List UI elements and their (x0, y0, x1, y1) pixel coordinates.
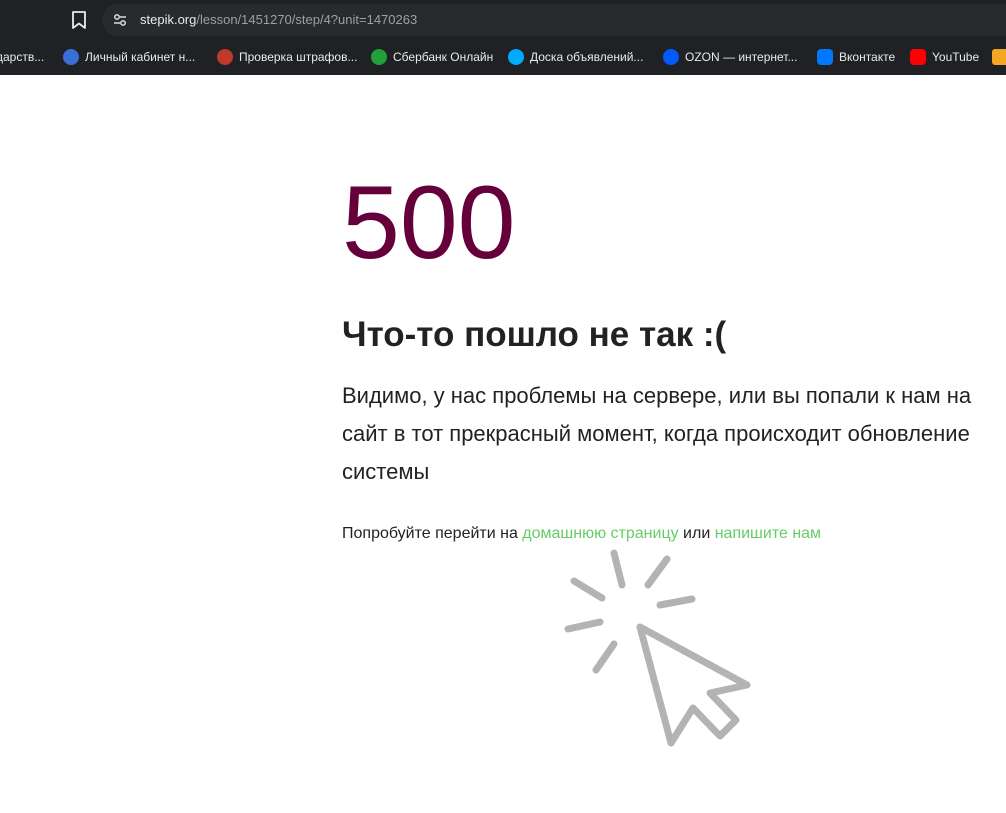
bookmark-icon[interactable] (70, 10, 88, 30)
favicon-icon (63, 49, 79, 65)
bookmark-item-1[interactable]: дарств... (0, 47, 44, 67)
bookmarks-bar: дарств... Личный кабинет н... Проверка ш… (0, 40, 1006, 75)
bookmark-item-4[interactable]: Сбербанк Онлайн (371, 47, 493, 67)
error-code: 500 (342, 165, 516, 281)
hint-prefix: Попробуйте перейти на (342, 525, 523, 542)
browser-chrome: stepik.org/lesson/1451270/step/4?unit=14… (0, 0, 1006, 75)
bookmark-label: YouTube (932, 50, 980, 64)
favicon-icon (371, 49, 387, 65)
bookmark-item-8[interactable]: YouTube (910, 47, 979, 67)
bookmark-item-5[interactable]: Доска объявлений... (508, 47, 643, 67)
error-title: Что-то пошло не так :( (342, 315, 727, 354)
favicon-icon (217, 49, 233, 65)
error-hint: Попробуйте перейти на домашнюю страницу … (342, 524, 821, 544)
home-page-link[interactable]: домашнюю страницу (522, 525, 678, 542)
bookmark-item-3[interactable]: Проверка штрафов... (217, 47, 357, 67)
contact-us-link[interactable]: напишите нам (715, 525, 821, 542)
bookmark-label: OZON — интернет... (685, 50, 798, 64)
bookmark-item-7[interactable]: Вконтакте (817, 47, 895, 67)
bookmark-label: Вконтакте (839, 50, 896, 64)
bookmark-label: Личный кабинет н... (85, 50, 196, 64)
favicon-icon (817, 49, 833, 65)
cursor-click-icon (564, 549, 751, 747)
bookmark-label: дарств... (0, 50, 45, 64)
url-path: /lesson/1451270/step/4?unit=1470263 (196, 12, 418, 27)
favicon-icon (663, 49, 679, 65)
error-description: Видимо, у нас проблемы на сервере, или в… (342, 383, 972, 484)
bookmark-item-overflow[interactable] (992, 47, 1006, 67)
url-text[interactable]: stepik.org/lesson/1451270/step/4?unit=14… (140, 12, 417, 28)
bookmark-label: Доска объявлений... (530, 50, 644, 64)
bookmark-label: Сбербанк Онлайн (393, 50, 494, 64)
bookmark-item-2[interactable]: Личный кабинет н... (63, 47, 195, 67)
favicon-icon (508, 49, 524, 65)
hint-or: или (678, 525, 715, 542)
bookmark-label: Проверка штрафов... (239, 50, 358, 64)
address-row: stepik.org/lesson/1451270/step/4?unit=14… (0, 0, 1006, 40)
address-bar[interactable]: stepik.org/lesson/1451270/step/4?unit=14… (102, 4, 1006, 36)
bookmark-item-6[interactable]: OZON — интернет... (663, 47, 797, 67)
favicon-icon (910, 49, 926, 65)
url-host: stepik.org (140, 12, 197, 27)
tune-icon[interactable] (112, 12, 128, 28)
mail-icon (992, 49, 1006, 65)
